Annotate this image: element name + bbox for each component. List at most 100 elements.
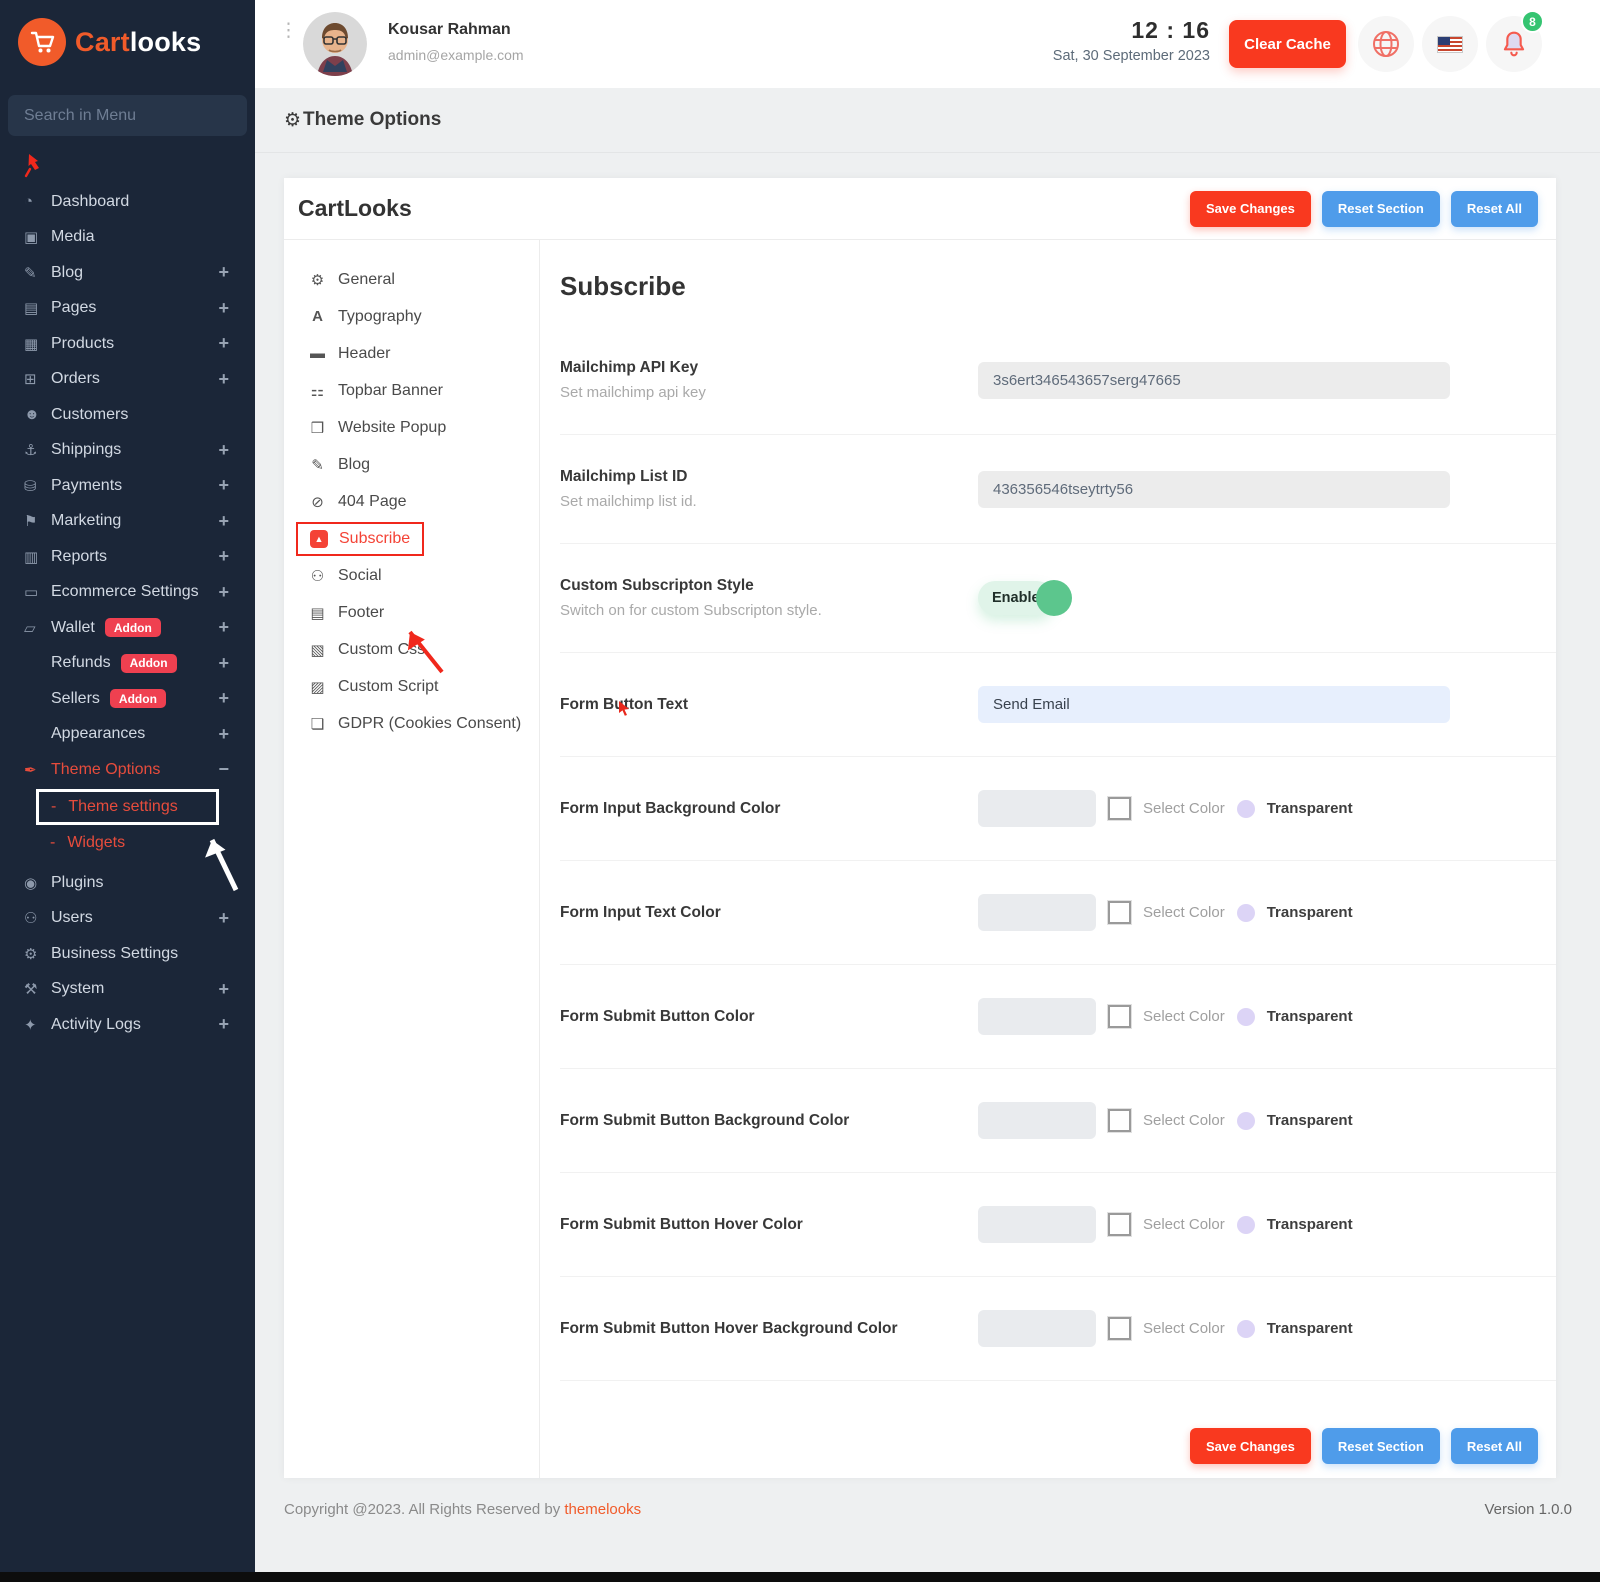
section-title: Subscribe [560, 240, 1556, 326]
locale-flag-button[interactable] [1422, 16, 1478, 72]
orders-icon: ⊞ [24, 370, 51, 388]
sidebar-item-theme-settings[interactable]: -Theme settings [36, 789, 219, 825]
app-logo[interactable]: Cartlooks [0, 0, 255, 66]
transparent-dot-icon[interactable] [1237, 1008, 1255, 1026]
marketing-icon: ⚑ [24, 512, 51, 530]
sidebar-item-media[interactable]: ▣Media [0, 220, 255, 256]
save-changes-button-bottom[interactable]: Save Changes [1190, 1428, 1311, 1464]
sidebar-item-dashboard[interactable]: ◔Dashboard [0, 184, 255, 220]
tab-subscribe[interactable]: ▲Subscribe [296, 522, 424, 556]
mailchimp-list-id-input[interactable] [978, 471, 1450, 508]
color-picker-checkbox[interactable] [1108, 797, 1131, 820]
expand-plus-icon[interactable]: + [218, 724, 229, 745]
field-label: Form Input Text Color [560, 904, 948, 922]
color-picker-checkbox[interactable] [1108, 1213, 1131, 1236]
save-changes-button[interactable]: Save Changes [1190, 191, 1311, 227]
reset-section-button[interactable]: Reset Section [1322, 191, 1440, 227]
expand-plus-icon[interactable]: + [218, 333, 229, 354]
sidebar-item-marketing[interactable]: ⚑Marketing+ [0, 504, 255, 540]
color-swatch[interactable] [978, 998, 1096, 1035]
field-row-custom-subscription-style: Custom Subscripton Style Switch on for c… [560, 544, 1556, 653]
sidebar-item-ecommerce-settings[interactable]: ▭Ecommerce Settings+ [0, 575, 255, 611]
sidebar-item-activity-logs[interactable]: ✦Activity Logs+ [0, 1007, 255, 1043]
form-button-text-input[interactable] [978, 686, 1450, 723]
expand-plus-icon[interactable]: + [218, 546, 229, 567]
themelooks-link[interactable]: themelooks [564, 1501, 641, 1518]
expand-plus-icon[interactable]: + [218, 1014, 229, 1035]
notifications-button[interactable]: 8 [1486, 16, 1542, 72]
expand-plus-icon[interactable]: + [218, 262, 229, 283]
expand-plus-icon[interactable]: + [218, 617, 229, 638]
mailchimp-api-key-input[interactable] [978, 362, 1450, 399]
reports-icon: ▥ [24, 548, 51, 566]
reset-section-button-bottom[interactable]: Reset Section [1322, 1428, 1440, 1464]
expand-plus-icon[interactable]: + [218, 440, 229, 461]
kebab-menu-icon[interactable]: ⋮ [279, 25, 298, 37]
tab-topbar-banner[interactable]: ⚏Topbar Banner [284, 372, 539, 409]
transparent-dot-icon[interactable] [1237, 904, 1255, 922]
field-description: Set mailchimp list id. [560, 493, 948, 510]
color-swatch[interactable] [978, 1102, 1096, 1139]
clock-time: 12 : 16 [990, 17, 1210, 44]
user-avatar[interactable] [303, 12, 367, 76]
field-row-mailchimp-list-id: Mailchimp List ID Set mailchimp list id. [560, 435, 1556, 544]
transparent-dot-icon[interactable] [1237, 1320, 1255, 1338]
color-picker-checkbox[interactable] [1108, 901, 1131, 924]
tab-general[interactable]: ⚙General [284, 261, 539, 298]
expand-plus-icon[interactable]: + [218, 475, 229, 496]
expand-plus-icon[interactable]: + [218, 298, 229, 319]
tab-404-page[interactable]: ⊘404 Page [284, 483, 539, 520]
tab-website-popup[interactable]: ❒Website Popup [284, 409, 539, 446]
custom-subscription-style-toggle[interactable]: Enable [978, 581, 1054, 615]
expand-plus-icon[interactable]: + [218, 511, 229, 532]
sidebar-item-system[interactable]: ⚒System+ [0, 972, 255, 1008]
color-swatch[interactable] [978, 790, 1096, 827]
sidebar-item-reports[interactable]: ▥Reports+ [0, 539, 255, 575]
expand-plus-icon[interactable]: + [218, 908, 229, 929]
color-swatch[interactable] [978, 1206, 1096, 1243]
reset-all-button[interactable]: Reset All [1451, 191, 1538, 227]
transparent-dot-icon[interactable] [1237, 1112, 1255, 1130]
color-picker-checkbox[interactable] [1108, 1005, 1131, 1028]
expand-plus-icon[interactable]: + [218, 369, 229, 390]
tab-gdpr[interactable]: ❏GDPR (Cookies Consent) [284, 705, 539, 742]
tab-typography[interactable]: ATypography [284, 298, 539, 335]
color-swatch[interactable] [978, 1310, 1096, 1347]
expand-plus-icon[interactable]: + [218, 688, 229, 709]
sidebar-item-theme-options[interactable]: ✒Theme Options− [0, 752, 255, 788]
sidebar-item-users[interactable]: ⚇Users+ [0, 901, 255, 937]
collapse-minus-icon[interactable]: − [218, 759, 229, 780]
color-picker-checkbox[interactable] [1108, 1109, 1131, 1132]
language-globe-button[interactable] [1358, 16, 1414, 72]
sidebar-item-orders[interactable]: ⊞Orders+ [0, 362, 255, 398]
field-label: Mailchimp List ID [560, 468, 948, 486]
clear-cache-button[interactable]: Clear Cache [1229, 20, 1346, 68]
activity-logs-icon: ✦ [24, 1016, 51, 1034]
transparent-dot-icon[interactable] [1237, 1216, 1255, 1234]
expand-plus-icon[interactable]: + [218, 979, 229, 1000]
tab-header[interactable]: ▬Header [284, 335, 539, 372]
dashboard-icon: ◔ [24, 193, 51, 210]
menu-search-input[interactable] [8, 95, 247, 136]
sidebar-item-customers[interactable]: ☻Customers [0, 397, 255, 433]
pushpin-icon[interactable] [20, 152, 255, 178]
transparent-dot-icon[interactable] [1237, 800, 1255, 818]
color-picker-checkbox[interactable] [1108, 1317, 1131, 1340]
tab-social[interactable]: ⚇Social [284, 557, 539, 594]
expand-plus-icon[interactable]: + [218, 582, 229, 603]
sidebar-item-blog[interactable]: ✎Blog+ [0, 255, 255, 291]
sidebar-item-sellers[interactable]: SellersAddon+ [0, 681, 255, 717]
sidebar-item-wallet[interactable]: ▱WalletAddon+ [0, 610, 255, 646]
color-swatch[interactable] [978, 894, 1096, 931]
expand-plus-icon[interactable]: + [218, 653, 229, 674]
sidebar-item-business-settings[interactable]: ⚙Business Settings [0, 936, 255, 972]
sidebar-item-shippings[interactable]: ⚓Shippings+ [0, 433, 255, 469]
sidebar-item-products[interactable]: ▦Products+ [0, 326, 255, 362]
sidebar-item-refunds[interactable]: RefundsAddon+ [0, 646, 255, 682]
sidebar-item-appearances[interactable]: Appearances+ [0, 717, 255, 753]
tab-blog[interactable]: ✎Blog [284, 446, 539, 483]
reset-all-button-bottom[interactable]: Reset All [1451, 1428, 1538, 1464]
sidebar-item-payments[interactable]: ⛁Payments+ [0, 468, 255, 504]
annotation-arrow-white [196, 818, 246, 903]
sidebar-item-pages[interactable]: ▤Pages+ [0, 291, 255, 327]
